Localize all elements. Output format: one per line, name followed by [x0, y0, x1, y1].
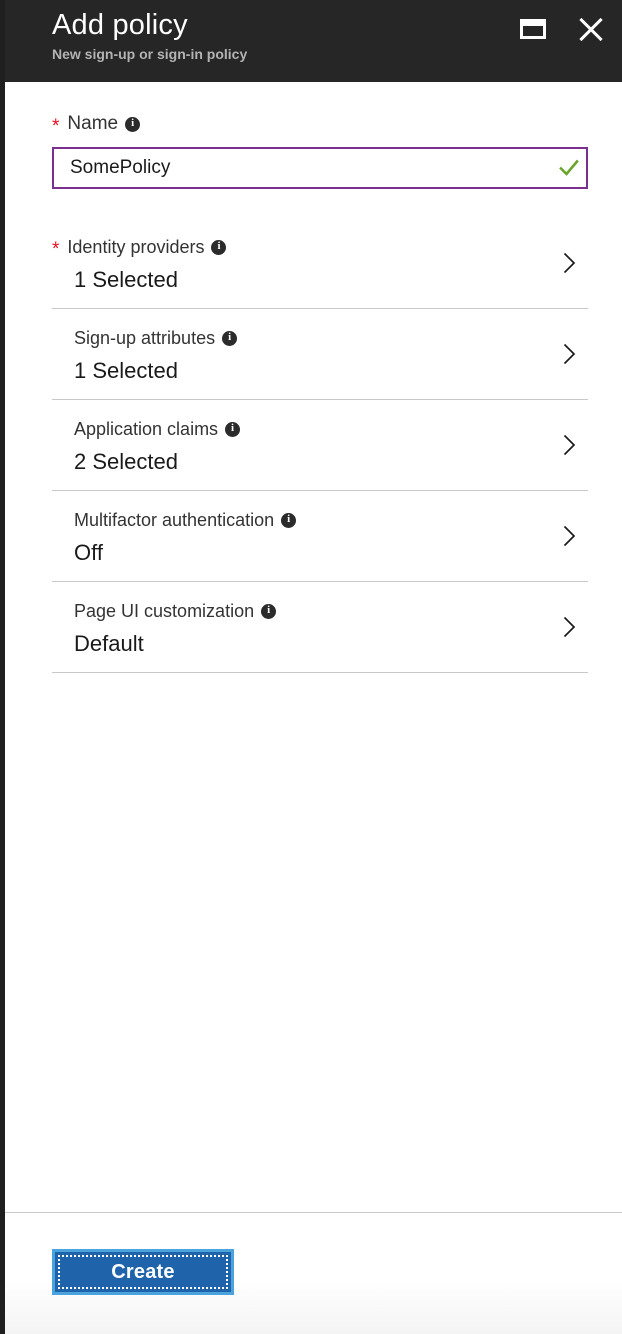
row-page-ui-customization[interactable]: Page UI customization Default [52, 581, 588, 672]
close-button[interactable] [572, 10, 610, 48]
add-policy-blade: Add policy New sign-up or sign-in policy… [0, 0, 622, 1334]
blade-header-text: Add policy New sign-up or sign-in policy [52, 0, 247, 64]
name-field-label: * Name [52, 112, 588, 136]
blade-content: * Name * Identity providers [0, 82, 622, 1212]
name-input[interactable] [54, 149, 552, 187]
policy-settings-list: * Identity providers 1 Selected Sign-up … [52, 218, 588, 673]
name-label-text: Name [67, 113, 119, 134]
required-marker: * [52, 238, 60, 260]
row-label: Page UI customization [74, 600, 544, 622]
page-subtitle: New sign-up or sign-in policy [52, 46, 248, 62]
row-label: Multifactor authentication [74, 509, 544, 531]
row-value: 2 Selected [74, 449, 178, 474]
row-label-text: Application claims [74, 419, 219, 439]
maximize-button[interactable] [514, 10, 552, 48]
info-icon[interactable] [281, 512, 297, 528]
row-application-claims[interactable]: Application claims 2 Selected [52, 399, 588, 490]
row-value: Default [74, 631, 144, 656]
row-sign-up-attributes[interactable]: Sign-up attributes 1 Selected [52, 308, 588, 399]
row-multifactor-authentication[interactable]: Multifactor authentication Off [52, 490, 588, 581]
row-label: * Identity providers [52, 236, 544, 260]
chevron-right-icon [563, 525, 576, 547]
info-icon[interactable] [261, 603, 277, 619]
chevron-right-icon [563, 252, 576, 274]
required-marker: * [52, 115, 60, 137]
row-label-text: Identity providers [67, 237, 205, 257]
row-label-text: Multifactor authentication [74, 510, 275, 530]
row-label: Sign-up attributes [74, 327, 544, 349]
close-icon [578, 16, 604, 42]
row-value: 1 Selected [74, 358, 178, 383]
row-value: Off [74, 540, 103, 565]
create-button[interactable]: Create [52, 1249, 234, 1295]
list-bottom-divider [52, 672, 588, 673]
row-label-text: Page UI customization [74, 601, 255, 621]
info-icon[interactable] [125, 116, 141, 132]
name-field-group: * Name [52, 82, 588, 189]
chevron-right-icon [563, 434, 576, 456]
row-label-text: Sign-up attributes [74, 328, 216, 348]
chevron-right-icon [563, 343, 576, 365]
maximize-icon [520, 19, 546, 39]
name-input-wrapper[interactable] [52, 147, 588, 189]
row-label: Application claims [74, 418, 544, 440]
row-identity-providers[interactable]: * Identity providers 1 Selected [52, 218, 588, 308]
chevron-right-icon [563, 616, 576, 638]
create-button-label: Create [111, 1260, 175, 1283]
blade-header: Add policy New sign-up or sign-in policy [0, 0, 622, 82]
info-icon[interactable] [225, 421, 241, 437]
checkmark-icon [552, 157, 586, 179]
page-title: Add policy [52, 9, 188, 41]
info-icon[interactable] [211, 239, 227, 255]
row-value: 1 Selected [74, 267, 178, 292]
blade-left-edge [0, 0, 5, 1334]
blade-footer: Create [0, 1212, 622, 1334]
header-actions [514, 10, 610, 48]
info-icon[interactable] [222, 330, 238, 346]
